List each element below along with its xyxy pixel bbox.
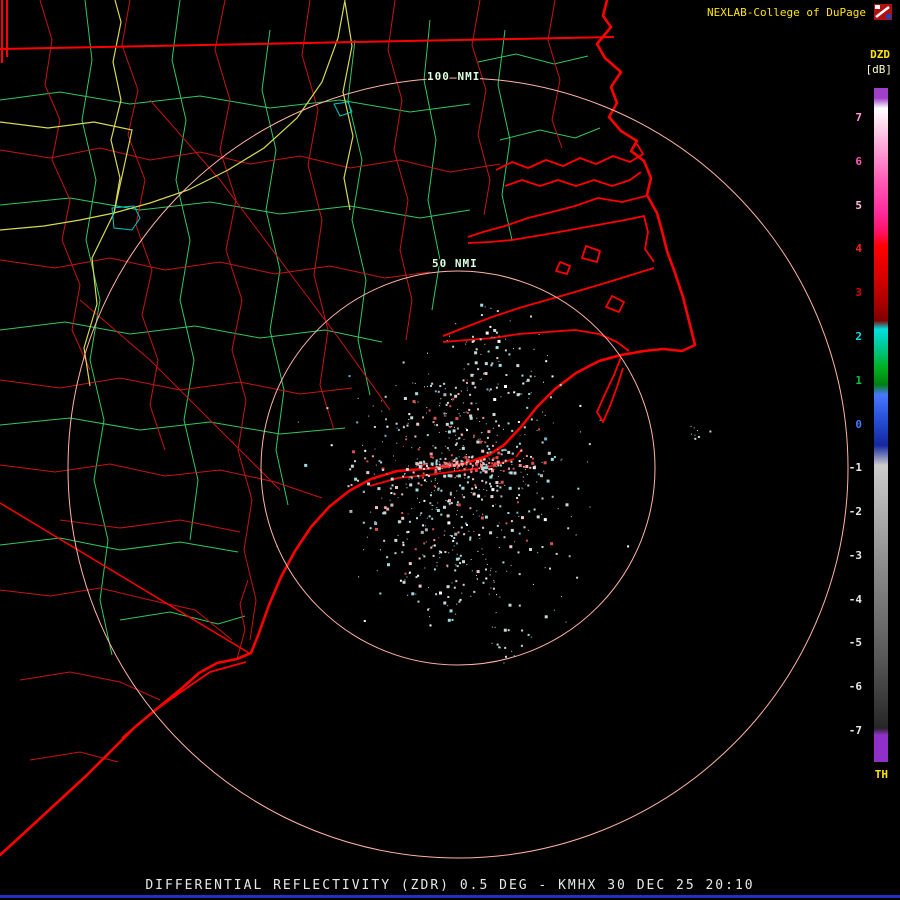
product-caption: DIFFERENTIAL REFLECTIVITY (ZDR) 0.5 DEG … [145, 878, 755, 893]
coastline [0, 0, 697, 857]
colorbar-tick: 2 [855, 329, 862, 343]
colorbar-id-label: DZD [870, 48, 890, 61]
colorbar-tick: 1 [855, 373, 862, 387]
sound-island [555, 261, 571, 275]
colorbar-tick: 6 [855, 154, 862, 168]
brand-text: NEXLAB-College of DuPage [707, 6, 866, 19]
range-ring-label-100: 100 NMI [427, 70, 480, 83]
sound-island [605, 295, 625, 313]
cape-lookout-hook [596, 356, 624, 423]
colorbar-tick: -3 [848, 548, 862, 562]
albemarle-shore-south [504, 171, 642, 187]
radar-echo-speckles [276, 303, 712, 664]
bottom-border-line [0, 895, 900, 898]
pamlico-river-south-shore [467, 215, 655, 263]
colorbar-tick: 0 [855, 417, 862, 431]
colorbar-tick: 7 [855, 111, 862, 124]
albemarle-shore [495, 143, 644, 171]
colorbar-tick: -2 [848, 505, 862, 519]
colorbar-tick: 3 [855, 286, 862, 300]
southern-barrier-strip [121, 661, 247, 739]
colorbar-tick: 4 [855, 242, 862, 256]
colorbar-tick: -6 [848, 680, 862, 694]
sound-island [581, 245, 601, 263]
colorbar-gradient [874, 88, 888, 762]
colorbar-units-label: [dB] [865, 63, 893, 76]
radar-map-canvas: 100 NMI 50 NMI [0, 0, 849, 859]
colorbar-tick: 5 [855, 198, 862, 212]
colorbar-tick: -5 [848, 636, 862, 650]
colorbar-tick: -7 [848, 724, 862, 738]
colorbar-tick: -1 [848, 461, 862, 475]
range-ring-label-50: 50 NMI [432, 257, 478, 270]
radar-display: 100 NMI 50 NMI NEXLAB-College of DuPage … [0, 0, 900, 900]
coastline-path [0, 0, 697, 857]
colorbar-threshold-label: TH [874, 768, 888, 781]
pamlico-river-north-shore [467, 195, 647, 238]
nc-sc-state-line [0, 502, 250, 654]
colorbar-tick: -4 [848, 592, 862, 606]
nc-va-state-line [0, 36, 615, 50]
cod-logo-icon [874, 4, 892, 20]
